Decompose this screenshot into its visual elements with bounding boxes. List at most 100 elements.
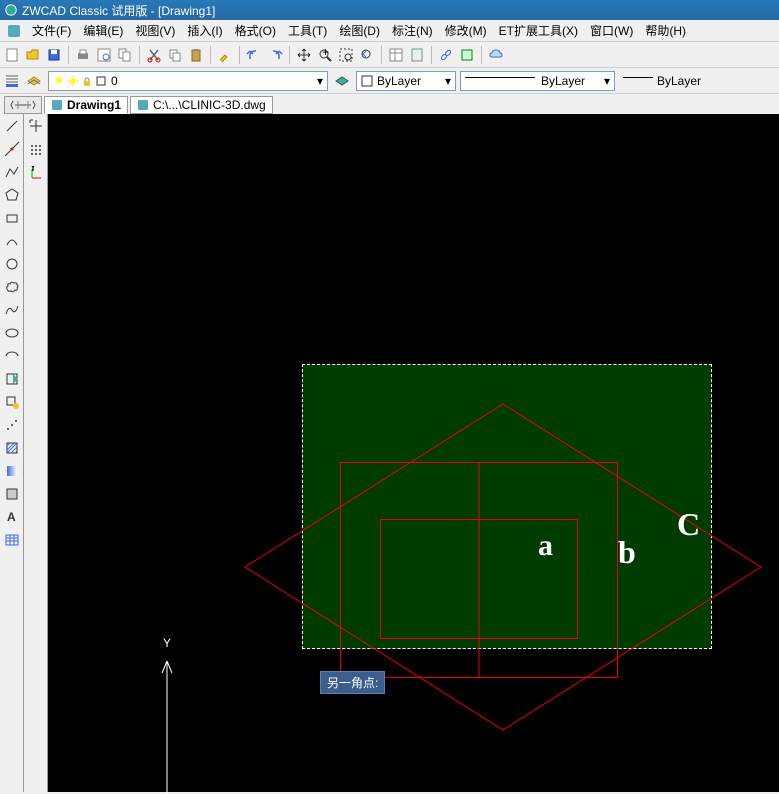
- publish-button[interactable]: [115, 45, 135, 65]
- pan-button[interactable]: [294, 45, 314, 65]
- standard-toolbar: +: [0, 42, 779, 68]
- ellipse-button[interactable]: [2, 323, 22, 342]
- sun-icon: [67, 75, 79, 87]
- menu-edit[interactable]: 编辑(E): [77, 20, 129, 41]
- annotation-b: b: [618, 534, 636, 571]
- lineweight-dropdown[interactable]: ByLayer: [619, 71, 712, 91]
- xline-button[interactable]: [2, 139, 22, 158]
- spline-button[interactable]: [2, 300, 22, 319]
- zoom-win-button[interactable]: [336, 45, 356, 65]
- svg-text:+: +: [322, 47, 329, 59]
- menu-file[interactable]: 文件(F): [26, 20, 77, 41]
- zoom-rt-button[interactable]: +: [315, 45, 335, 65]
- match-button[interactable]: [215, 45, 235, 65]
- crosshair-button[interactable]: [26, 116, 46, 136]
- new-tab-button[interactable]: [4, 96, 42, 114]
- preview-button[interactable]: [94, 45, 114, 65]
- prompt-text: 另一角点:: [327, 676, 378, 690]
- new-button[interactable]: [2, 45, 22, 65]
- open-button[interactable]: [23, 45, 43, 65]
- dwg-icon: [51, 99, 63, 111]
- layer-props-button[interactable]: [24, 71, 44, 91]
- lock-icon: [81, 75, 93, 87]
- app-logo-icon: [4, 3, 18, 17]
- ucs-button[interactable]: Y: [26, 164, 46, 184]
- lineweight-value: ByLayer: [657, 74, 701, 88]
- color-box-icon: [361, 75, 373, 87]
- command-prompt: 另一角点:: [320, 671, 385, 694]
- rectangle-button[interactable]: [2, 208, 22, 227]
- line-button[interactable]: [2, 116, 22, 135]
- ellipse-arc-button[interactable]: [2, 346, 22, 365]
- shape-center-line: [478, 462, 480, 678]
- chevron-down-icon: ▾: [317, 74, 323, 88]
- cloud-button[interactable]: [486, 45, 506, 65]
- app-icon: [6, 23, 22, 39]
- tab-label: Drawing1: [67, 98, 121, 112]
- menu-insert[interactable]: 插入(I): [181, 20, 228, 41]
- cut-button[interactable]: [144, 45, 164, 65]
- undo-button[interactable]: [244, 45, 264, 65]
- zoom-prev-button[interactable]: [357, 45, 377, 65]
- print-button[interactable]: [73, 45, 93, 65]
- menu-tools[interactable]: 工具(T): [282, 20, 333, 41]
- polygon-button[interactable]: [2, 185, 22, 204]
- resize-icon: [9, 98, 37, 112]
- ucs-icon: Y: [153, 629, 183, 794]
- revcloud-button[interactable]: [2, 277, 22, 296]
- copy-button[interactable]: [165, 45, 185, 65]
- menu-view[interactable]: 视图(V): [129, 20, 181, 41]
- gradient-button[interactable]: [2, 461, 22, 480]
- menu-et[interactable]: ET扩展工具(X): [493, 20, 584, 41]
- menu-modify[interactable]: 修改(M): [439, 20, 493, 41]
- draw-toolbar: A: [0, 114, 24, 792]
- color-value: ByLayer: [377, 74, 421, 88]
- svg-text:Y: Y: [163, 636, 171, 650]
- svg-text:A: A: [7, 510, 16, 524]
- lightbulb-icon: [53, 75, 65, 87]
- hatch-button[interactable]: [2, 438, 22, 457]
- table-button[interactable]: [2, 530, 22, 549]
- menu-draw[interactable]: 绘图(D): [333, 20, 386, 41]
- save-button[interactable]: [44, 45, 64, 65]
- layer-state-button[interactable]: [332, 71, 352, 91]
- menu-format[interactable]: 格式(O): [229, 20, 282, 41]
- block-button[interactable]: [457, 45, 477, 65]
- drawing-canvas[interactable]: a b C 另一角点: Y: [48, 114, 779, 792]
- lineweight-sample-icon: [623, 77, 653, 78]
- menubar: 文件(F) 编辑(E) 视图(V) 插入(I) 格式(O) 工具(T) 绘图(D…: [0, 20, 779, 42]
- chevron-down-icon: ▾: [445, 74, 451, 88]
- make-block-button[interactable]: [2, 392, 22, 411]
- svg-text:Y: Y: [29, 166, 37, 174]
- region-button[interactable]: [2, 484, 22, 503]
- snap-grid-button[interactable]: [26, 140, 46, 160]
- dwg-icon: [137, 99, 149, 111]
- pline-button[interactable]: [2, 162, 22, 181]
- link-button[interactable]: [436, 45, 456, 65]
- circle-button[interactable]: [2, 254, 22, 273]
- linetype-dropdown[interactable]: ByLayer ▾: [460, 71, 615, 91]
- tab-drawing1[interactable]: Drawing1: [44, 96, 128, 114]
- annotation-c: C: [677, 506, 700, 543]
- paste-button[interactable]: [186, 45, 206, 65]
- document-tabs: Drawing1 C:\...\CLINIC-3D.dwg: [0, 94, 779, 114]
- workspace: A Y a b C 另一角点: Y: [0, 114, 779, 792]
- menu-window[interactable]: 窗口(W): [584, 20, 639, 41]
- window-title: ZWCAD Classic 试用版 - [Drawing1]: [22, 2, 215, 19]
- layer-name: 0: [111, 74, 118, 88]
- calc-button[interactable]: [407, 45, 427, 65]
- color-dropdown[interactable]: ByLayer ▾: [356, 71, 456, 91]
- properties-button[interactable]: [386, 45, 406, 65]
- modify-toolbar: Y: [24, 114, 48, 792]
- annotation-a: a: [538, 529, 553, 563]
- layer-list-button[interactable]: [2, 71, 22, 91]
- menu-dim[interactable]: 标注(N): [386, 20, 439, 41]
- menu-help[interactable]: 帮助(H): [639, 20, 692, 41]
- tab-clinic[interactable]: C:\...\CLINIC-3D.dwg: [130, 96, 273, 114]
- redo-button[interactable]: [265, 45, 285, 65]
- insert-block-button[interactable]: [2, 369, 22, 388]
- text-button[interactable]: A: [2, 507, 22, 526]
- layer-dropdown[interactable]: 0 ▾: [48, 71, 328, 91]
- point-button[interactable]: [2, 415, 22, 434]
- arc-button[interactable]: [2, 231, 22, 250]
